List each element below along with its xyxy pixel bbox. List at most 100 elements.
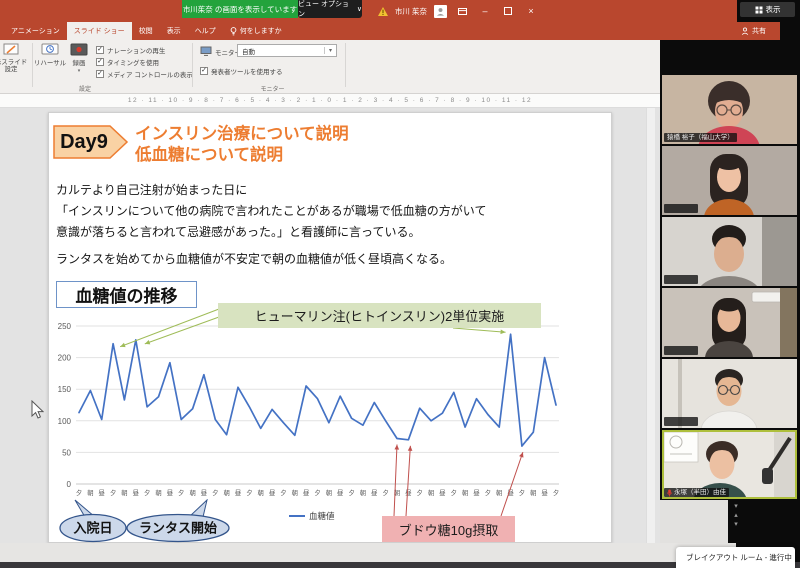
record-button[interactable]: 録画▾ bbox=[64, 43, 94, 75]
checkbox-show-media-controls[interactable]: ✓ メディア コントロールの表示 bbox=[96, 69, 193, 79]
checkbox-icon: ✓ bbox=[200, 67, 208, 75]
svg-text:150: 150 bbox=[58, 385, 72, 394]
tab-view[interactable]: 表示 bbox=[160, 22, 188, 40]
record-screen-icon bbox=[70, 43, 88, 58]
participant-video[interactable] bbox=[662, 146, 797, 215]
participant-video-active-speaker[interactable]: 永塚（半田）由佳 bbox=[662, 430, 797, 499]
svg-text:朝: 朝 bbox=[155, 489, 161, 497]
monitor-icon bbox=[200, 46, 212, 56]
svg-text:朝: 朝 bbox=[496, 489, 502, 497]
view-options-button[interactable]: ビュー オプション∨ bbox=[298, 0, 362, 18]
svg-text:昼: 昼 bbox=[473, 489, 480, 497]
participant-video[interactable] bbox=[662, 288, 797, 357]
body-text: 意識が落ちると言われて忌避感があった。」と看護師に言っている。 bbox=[56, 223, 608, 240]
monitor-dropdown[interactable]: 自動 ▾ bbox=[237, 44, 337, 57]
svg-text:朝: 朝 bbox=[189, 489, 195, 497]
svg-text:昼: 昼 bbox=[99, 489, 106, 497]
tell-me-box[interactable]: 何をしますか bbox=[223, 22, 289, 40]
svg-text:昼: 昼 bbox=[303, 489, 310, 497]
chart-legend: 血糖値 bbox=[289, 510, 335, 522]
restore-icon bbox=[504, 7, 512, 15]
participant-name-tag: 永塚（半田）由佳 bbox=[664, 488, 729, 497]
svg-text:昼: 昼 bbox=[371, 489, 378, 497]
admission-day-bubble: 入院日 bbox=[57, 499, 129, 543]
tab-review[interactable]: 校閲 bbox=[132, 22, 160, 40]
participant-name-tag: 猿橋 裕子（福山大学） bbox=[664, 133, 737, 142]
svg-text:夕: 夕 bbox=[144, 488, 150, 497]
svg-text:朝: 朝 bbox=[121, 489, 127, 497]
screen-share-banner: 市川茱奈 の画面を表示しています bbox=[182, 0, 298, 18]
svg-text:夕: 夕 bbox=[314, 488, 320, 497]
svg-text:朝: 朝 bbox=[258, 489, 264, 497]
svg-text:夕: 夕 bbox=[451, 488, 457, 497]
breakout-room-banner[interactable]: ブレイクアウト ルーム - 進行中 bbox=[676, 547, 795, 568]
glucose-intake-annotation: ブドウ糖10g摂取 bbox=[382, 516, 515, 542]
svg-text:250: 250 bbox=[58, 322, 72, 331]
group-label-monitor: モニター bbox=[205, 84, 340, 93]
checkbox-icon: ✓ bbox=[96, 70, 104, 78]
day-badge: Day9 bbox=[53, 125, 129, 159]
participant-name-tag bbox=[664, 204, 698, 213]
participant-video[interactable] bbox=[662, 217, 797, 286]
svg-text:昼: 昼 bbox=[337, 489, 344, 497]
svg-text:夕: 夕 bbox=[417, 488, 423, 497]
ribbon-display-icon bbox=[458, 7, 467, 16]
checkbox-use-timings[interactable]: ✓ タイミングを使用 bbox=[96, 57, 159, 67]
svg-text:夕: 夕 bbox=[485, 488, 491, 497]
svg-text:夕: 夕 bbox=[76, 488, 82, 497]
ribbon-display-options-button[interactable] bbox=[454, 0, 470, 22]
gallery-scroll-icons[interactable]: ▾▴▾ bbox=[726, 502, 746, 534]
svg-text:100: 100 bbox=[58, 417, 72, 426]
svg-text:夕: 夕 bbox=[110, 488, 116, 497]
horizontal-ruler: 12 · 11 · 10 · 9 · 8 · 7 · 6 · 5 · 4 · 3… bbox=[0, 94, 660, 108]
zoom-view-button[interactable]: 表示 bbox=[740, 2, 795, 17]
tab-help[interactable]: ヘルプ bbox=[188, 22, 223, 40]
slide: 050100150200250夕朝昼夕朝昼夕朝昼夕朝昼夕朝昼夕朝昼夕朝昼夕朝昼夕… bbox=[48, 112, 612, 543]
svg-text:50: 50 bbox=[62, 448, 71, 457]
ribbon-tab-row: アニメーション スライド ショー 校閲 表示 ヘルプ 何をしますか bbox=[0, 22, 780, 40]
participant-name-tag bbox=[664, 417, 698, 426]
participants-video-panel: 猿橋 裕子（福山大学） bbox=[660, 0, 800, 568]
divider bbox=[345, 43, 346, 87]
share-button[interactable]: 共有 bbox=[741, 24, 766, 38]
legend-line-icon bbox=[289, 515, 305, 518]
account-avatar[interactable] bbox=[434, 5, 447, 18]
restore-button[interactable] bbox=[500, 0, 516, 22]
dropdown-arrow-icon: ▾ bbox=[78, 68, 81, 74]
minimize-button[interactable]: – bbox=[477, 0, 493, 22]
lightbulb-icon bbox=[230, 27, 237, 36]
glucose-line-chart: 050100150200250夕朝昼夕朝昼夕朝昼夕朝昼夕朝昼夕朝昼夕朝昼夕朝昼夕… bbox=[49, 113, 613, 544]
warning-icon bbox=[378, 7, 388, 16]
participant-video[interactable] bbox=[662, 359, 797, 428]
account-name: 市川 茱奈 bbox=[395, 6, 427, 17]
checkbox-play-narrations[interactable]: ✓ ナレーションの再生 bbox=[96, 45, 165, 55]
svg-text:夕: 夕 bbox=[348, 488, 354, 497]
participant-name-tag bbox=[664, 275, 698, 284]
vertical-scrollbar[interactable] bbox=[646, 108, 655, 543]
rehearse-clock-icon bbox=[41, 43, 59, 58]
rehearse-button[interactable]: リハーサル bbox=[33, 43, 67, 67]
svg-text:夕: 夕 bbox=[382, 488, 388, 497]
checkbox-use-presenter-view[interactable]: ✓ 発表者ツールを使用する bbox=[200, 66, 283, 76]
svg-text:夕: 夕 bbox=[178, 488, 184, 497]
powerpoint-titlebar: 市川 茱奈 – × bbox=[0, 0, 737, 22]
dropdown-arrow-icon: ▾ bbox=[324, 47, 336, 54]
panel-background bbox=[660, 500, 728, 543]
group-label-setup: 設定 bbox=[20, 84, 150, 93]
svg-text:昼: 昼 bbox=[167, 489, 174, 497]
slide-title-line2: 低血糖について説明 bbox=[135, 145, 605, 166]
tab-slideshow[interactable]: スライド ショー bbox=[67, 22, 132, 40]
svg-text:昼: 昼 bbox=[269, 489, 276, 497]
tab-animation[interactable]: アニメーション bbox=[4, 22, 67, 40]
checkbox-icon: ✓ bbox=[96, 46, 104, 54]
participant-video[interactable]: 猿橋 裕子（福山大学） bbox=[662, 75, 797, 144]
svg-text:朝: 朝 bbox=[462, 489, 468, 497]
hide-slide-setup-button[interactable]: 示スライド設定 bbox=[0, 43, 28, 73]
slide-canvas: 050100150200250夕朝昼夕朝昼夕朝昼夕朝昼夕朝昼夕朝昼夕朝昼夕朝昼夕… bbox=[0, 108, 660, 543]
close-button[interactable]: × bbox=[523, 0, 539, 22]
body-text: ランタスを始めてから血糖値が不安定で朝の血糖値が低く昼頃高くなる。 bbox=[56, 250, 608, 267]
person-icon bbox=[436, 7, 445, 16]
participant-name-tag bbox=[664, 346, 698, 355]
red-mic-icon bbox=[667, 489, 672, 497]
svg-text:夕: 夕 bbox=[553, 488, 559, 497]
